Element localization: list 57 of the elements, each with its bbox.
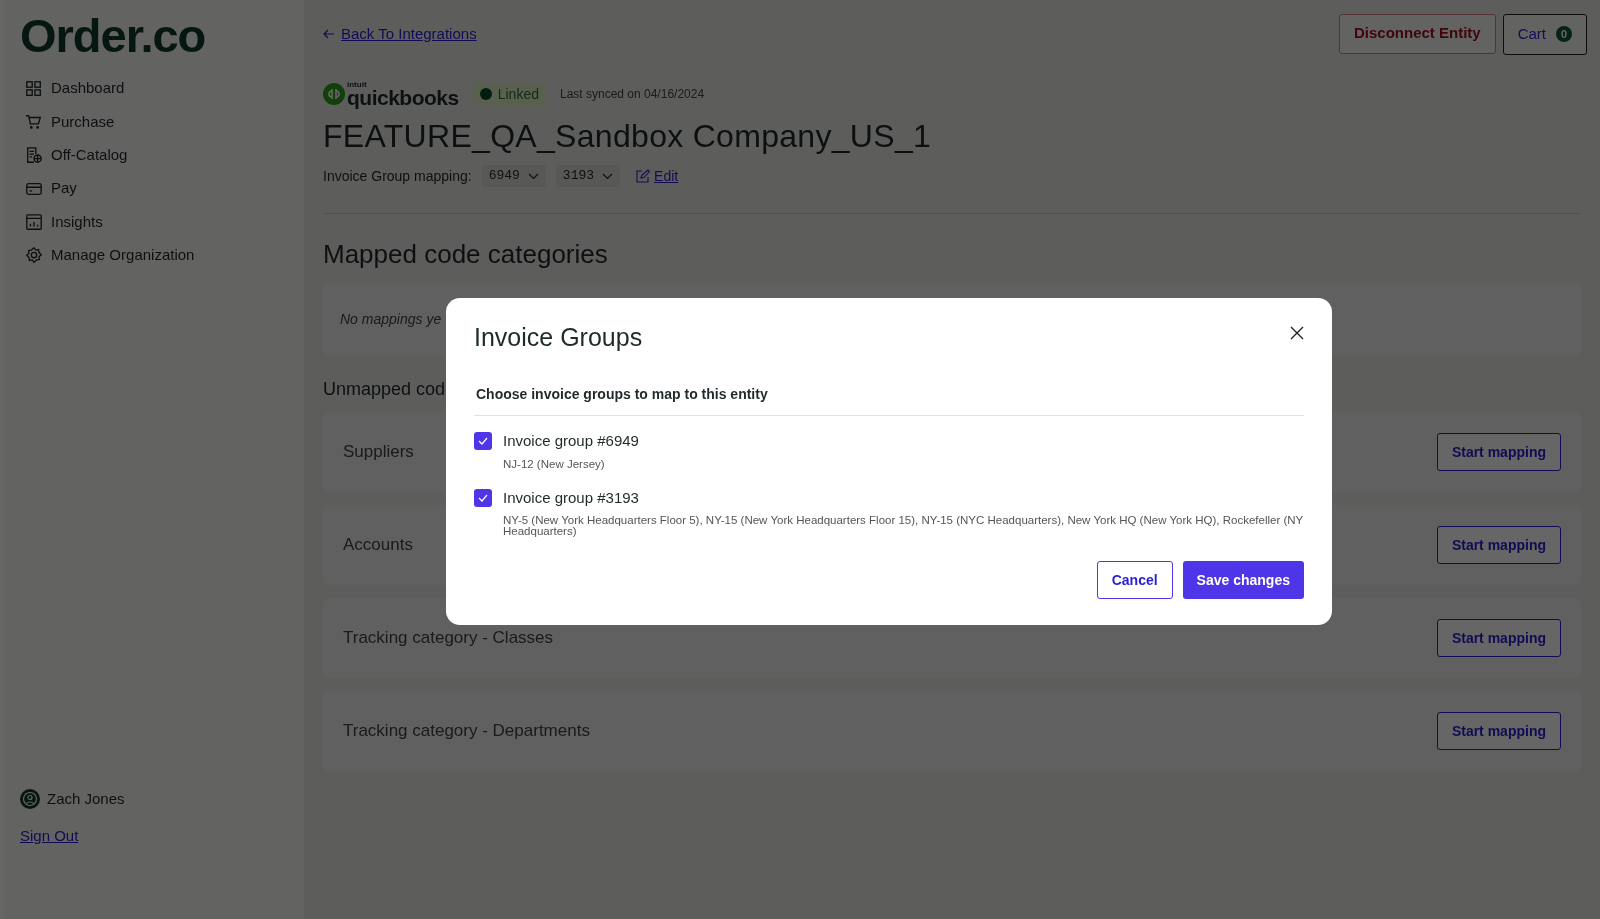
dialog-subtitle: Choose invoice groups to map to this entity: [475, 385, 769, 404]
logo[interactable]: Order.co: [20, 12, 304, 60]
chevron-down-icon: [527, 172, 539, 180]
close-button[interactable]: [1288, 324, 1306, 342]
last-synced: Last synced on 04/16/2024: [559, 86, 705, 103]
grid-icon: [25, 79, 43, 98]
user-name: Zach Jones: [47, 789, 125, 809]
nav-item[interactable]: Purchase: [20, 105, 304, 139]
section-title: Unmapped cod: [323, 378, 446, 401]
nav-item[interactable]: Pay: [20, 171, 304, 206]
group-label: Invoice group #6949: [503, 431, 639, 451]
nav-item[interactable]: Manage Organization: [20, 238, 304, 272]
cart-icon: [25, 112, 43, 131]
check-icon: [478, 493, 488, 502]
dialog-title: Invoice Groups: [474, 322, 643, 353]
group-locations: NY-5 (New York Headquarters Floor 5), NY-15 (New York Headquarters Floor 15), NY-15 (NYC Headquarters), New York HQ (New York HQ), Rockefeller (NY Headquarters): [502, 515, 1304, 537]
chart-icon: [25, 212, 43, 231]
category-label: Suppliers: [343, 441, 414, 464]
mapping-label: Invoice Group mapping:: [323, 166, 472, 186]
checkbox[interactable]: [474, 432, 492, 451]
start-mapping-button[interactable]: Start mapping: [1436, 712, 1561, 750]
cancel-button[interactable]: Cancel: [1096, 561, 1173, 599]
mapping-dropdown[interactable]: 3193: [555, 165, 621, 187]
disconnect-button[interactable]: Disconnect Entity: [1338, 13, 1496, 54]
mapping-dropdown[interactable]: 6949: [481, 165, 546, 187]
category-label: Tracking category - Departments: [343, 720, 590, 743]
arrow-left-icon: [323, 29, 335, 39]
save-changes-button[interactable]: Save changes: [1182, 561, 1304, 599]
group-locations: NJ-12 (New Jersey): [502, 458, 606, 470]
entity-title: FEATURE_QA_Sandbox Company_US_1: [323, 117, 933, 156]
cart-button[interactable]: Cart 0: [1502, 13, 1587, 55]
user-avatar-icon: [20, 789, 40, 810]
cart-count-badge: 0: [1556, 26, 1572, 42]
quickbooks-logo: intuit quickbooks: [323, 81, 459, 107]
gear-icon: [25, 246, 43, 265]
edit-link[interactable]: Edit: [636, 165, 679, 187]
start-mapping-button[interactable]: Start mapping: [1436, 433, 1561, 471]
chevron-down-icon: [602, 172, 614, 180]
category-label: Accounts: [343, 534, 413, 557]
edit-icon: [636, 169, 651, 183]
category-label: Tracking category - Classes: [343, 627, 554, 650]
status-badge: Linked: [472, 83, 546, 105]
check-icon: [478, 437, 488, 446]
empty-message: No mappings ye: [340, 309, 442, 329]
back-link[interactable]: Back To Integrations: [323, 22, 477, 46]
sign-out-link[interactable]: Sign Out: [20, 824, 79, 847]
nav-item[interactable]: Off-Catalog: [20, 138, 304, 172]
close-icon: [1290, 326, 1304, 340]
nav-item[interactable]: Dashboard: [20, 72, 304, 106]
start-mapping-button[interactable]: Start mapping: [1436, 619, 1561, 657]
nav-item[interactable]: Insights: [20, 205, 304, 239]
group-label: Invoice group #3193: [503, 487, 639, 508]
document-icon: [25, 146, 43, 165]
start-mapping-button[interactable]: Start mapping: [1436, 526, 1561, 564]
qb-logo-icon: [323, 83, 345, 105]
checkbox[interactable]: [474, 488, 492, 507]
section-title: Mapped code categories: [323, 238, 609, 270]
